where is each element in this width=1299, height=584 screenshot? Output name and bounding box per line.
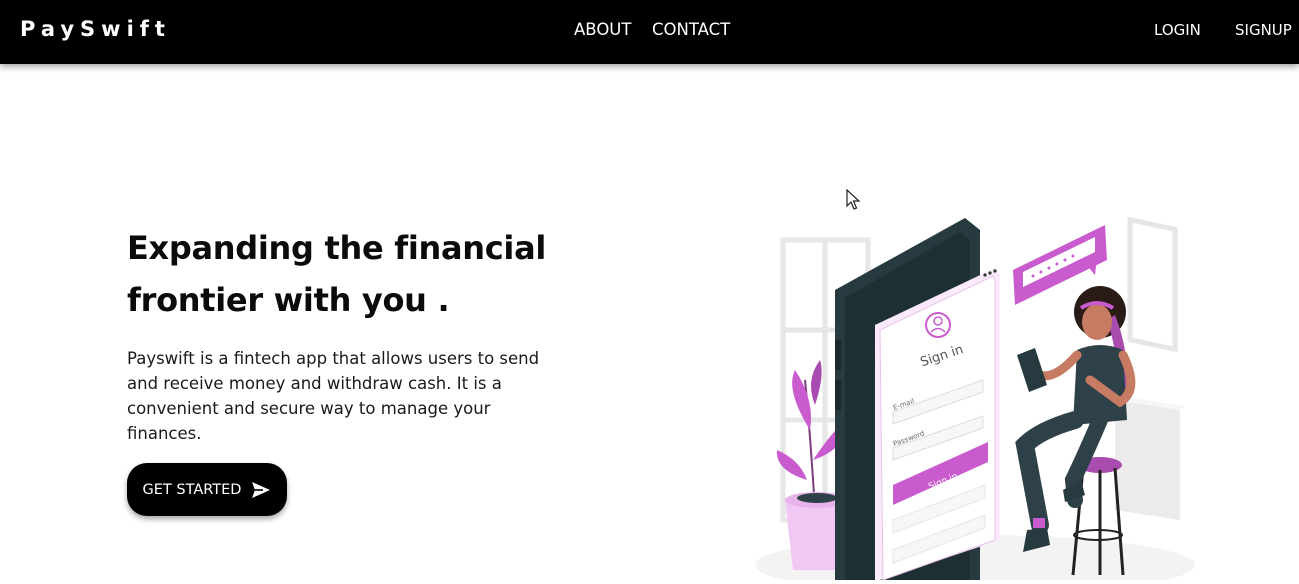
- send-arrow-icon: [251, 481, 271, 499]
- hero-title: Expanding the financial frontier with yo…: [127, 222, 597, 326]
- mouse-cursor-icon: [846, 188, 862, 215]
- wall-frame-right: [1127, 216, 1178, 353]
- nav-about-link[interactable]: ABOUT: [574, 20, 631, 39]
- hero-title-line-1: Expanding the financial: [127, 229, 547, 267]
- phone-illustration: Sign in E-mail Password Sign in: [835, 218, 1000, 581]
- get-started-button[interactable]: GET STARTED: [127, 463, 287, 516]
- nav-contact-link[interactable]: CONTACT: [652, 20, 730, 39]
- hero-description: Payswift is a fintech app that allows us…: [127, 349, 540, 443]
- get-started-label: GET STARTED: [142, 481, 242, 498]
- top-navbar: PaySwift ABOUT CONTACT LOGIN SIGNUP: [0, 0, 1299, 64]
- login-link[interactable]: LOGIN: [1154, 21, 1201, 39]
- brand-logo[interactable]: PaySwift: [20, 17, 171, 41]
- woman-figure: [1015, 286, 1136, 576]
- hero-title-line-2: frontier with you .: [127, 281, 450, 319]
- hero-illustration: Sign in E-mail Password Sign in: [755, 180, 1205, 584]
- signup-link[interactable]: SIGNUP: [1235, 21, 1292, 39]
